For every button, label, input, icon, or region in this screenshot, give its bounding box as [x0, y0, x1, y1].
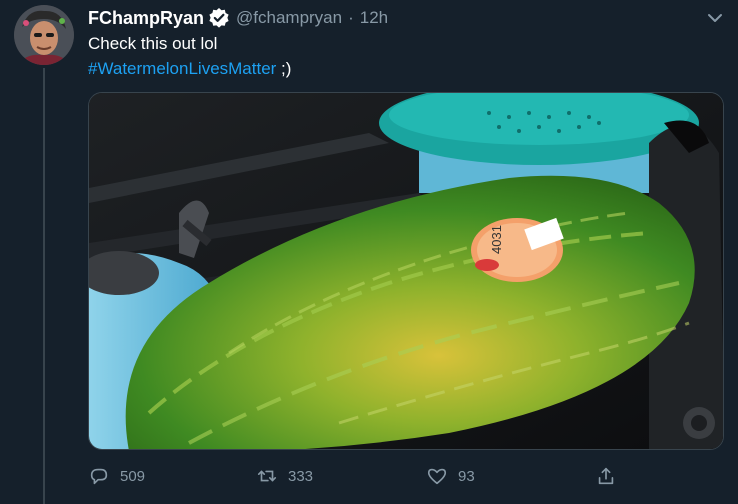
produce-sticker: 4031: [471, 217, 564, 282]
user-handle[interactable]: @fchampryan: [236, 8, 342, 28]
thread-line: [43, 68, 45, 504]
heart-icon: [427, 468, 447, 485]
reply-count: 509: [120, 467, 146, 485]
reply-icon: [90, 468, 108, 485]
tweet-photo[interactable]: 4031: [88, 92, 724, 450]
chevron-down-icon[interactable]: [703, 6, 727, 30]
reply-button[interactable]: 509: [88, 462, 145, 490]
verified-badge-icon: [208, 7, 230, 29]
share-button[interactable]: [595, 462, 627, 490]
retweet-count: 333: [288, 467, 314, 485]
share-icon: [598, 467, 614, 485]
tweet-text: Check this out lol: [88, 34, 218, 53]
timestamp[interactable]: 12h: [360, 8, 388, 28]
display-name[interactable]: FChampRyan: [88, 8, 204, 29]
retweet-icon: [257, 470, 277, 482]
hashtag-link[interactable]: #WatermelonLivesMatter: [88, 59, 276, 78]
tweet-text-suffix: ;): [276, 59, 292, 78]
action-bar: 509 333 93: [88, 462, 724, 490]
tweet[interactable]: FChampRyan @fchampryan · 12h Check this …: [0, 0, 738, 504]
retweet-button[interactable]: 333: [256, 462, 313, 490]
separator-dot: ·: [348, 8, 354, 27]
tweet-header: FChampRyan @fchampryan · 12h: [88, 6, 388, 30]
like-count: 93: [458, 467, 475, 485]
avatar[interactable]: [14, 5, 74, 65]
sticker-plu: 4031: [489, 225, 504, 254]
like-button[interactable]: 93: [426, 462, 475, 490]
tweet-text-hashtag-line: #WatermelonLivesMatter ;): [88, 59, 291, 79]
watermelon-photo: 4031: [89, 93, 723, 449]
